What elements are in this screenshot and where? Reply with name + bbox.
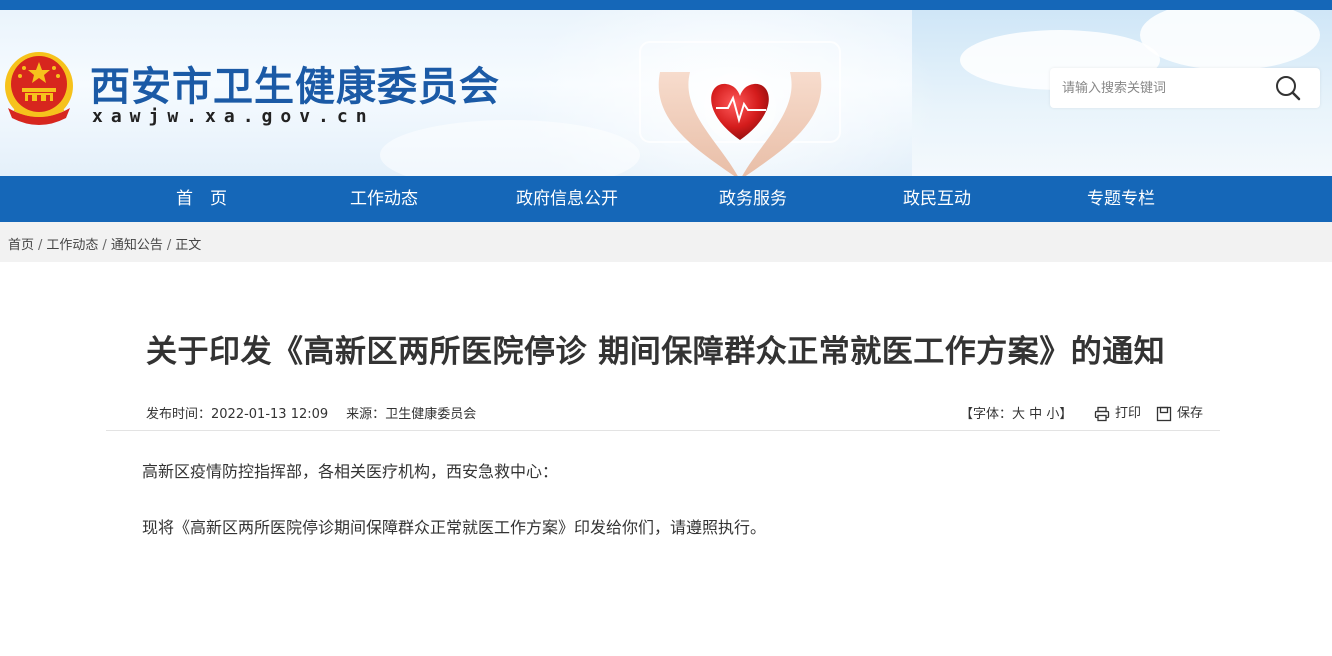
- publish-time-label: 发布时间：: [146, 407, 212, 422]
- font-size-large-button[interactable]: 大: [1012, 407, 1025, 422]
- search-input[interactable]: [1062, 76, 1272, 100]
- nav-item-home[interactable]: 首 页: [176, 176, 227, 222]
- heart-hands-illustration: [639, 41, 841, 176]
- main-nav: 首 页 工作动态 政府信息公开 政务服务 政民互动 专题专栏: [0, 176, 1332, 222]
- save-button[interactable]: 保存: [1156, 402, 1203, 422]
- site-title: 西安市卫生健康委员会: [90, 64, 500, 110]
- search-icon[interactable]: [1274, 74, 1302, 102]
- meta-divider: [106, 430, 1220, 431]
- print-button[interactable]: 打印: [1094, 402, 1141, 422]
- nav-item-work-news[interactable]: 工作动态: [350, 176, 418, 222]
- breadcrumb-separator: /: [38, 238, 43, 253]
- nav-item-gov-info[interactable]: 政府信息公开: [516, 176, 618, 222]
- save-label: 保存: [1177, 406, 1204, 421]
- top-accent-bar: [0, 0, 1332, 10]
- article-paragraph: 现将《高新区两所医院停诊期间保障群众正常就医工作方案》印发给你们，请遵照执行。: [142, 518, 767, 537]
- printer-icon: [1094, 406, 1110, 421]
- source-value: 卫生健康委员会: [385, 407, 477, 422]
- nav-item-interaction[interactable]: 政民互动: [903, 176, 971, 222]
- font-size-small-button[interactable]: 小: [1046, 407, 1059, 422]
- breadcrumb-bar: 首页 / 工作动态 / 通知公告 / 正文: [0, 222, 1332, 262]
- breadcrumb-work-news[interactable]: 工作动态: [46, 238, 98, 253]
- font-size-control: 【字体：大 中 小】: [960, 403, 1072, 422]
- article-paragraph: 高新区疫情防控指挥部，各相关医疗机构，西安急救中心：: [142, 462, 559, 481]
- publish-time: 2022-01-13 12:09: [211, 407, 329, 422]
- breadcrumb-notices[interactable]: 通知公告: [111, 238, 163, 253]
- font-size-medium-button[interactable]: 中: [1029, 407, 1042, 422]
- save-icon: [1156, 406, 1172, 421]
- breadcrumb-home[interactable]: 首页: [8, 238, 34, 253]
- breadcrumb-current: 正文: [175, 238, 202, 253]
- nav-item-special-topics[interactable]: 专题专栏: [1087, 176, 1155, 222]
- nav-item-gov-services[interactable]: 政务服务: [719, 176, 787, 222]
- print-label: 打印: [1115, 406, 1142, 421]
- font-size-label: 【字体：: [960, 407, 1013, 422]
- breadcrumb-separator: /: [166, 238, 172, 253]
- breadcrumb-separator: /: [102, 238, 107, 253]
- source-label: 来源：: [346, 407, 386, 422]
- site-domain: xawjw.xa.gov.cn: [92, 106, 375, 127]
- breadcrumb: 首页 / 工作动态 / 通知公告 / 正文: [8, 234, 201, 253]
- article-title: 关于印发《高新区两所医院停诊 期间保障群众正常就医工作方案》的通知: [146, 334, 1166, 370]
- article-meta: 发布时间：2022-01-13 12:09 来源：卫生健康委员会: [146, 403, 476, 422]
- font-size-close: 】: [1059, 407, 1073, 422]
- national-emblem-logo: [5, 52, 73, 125]
